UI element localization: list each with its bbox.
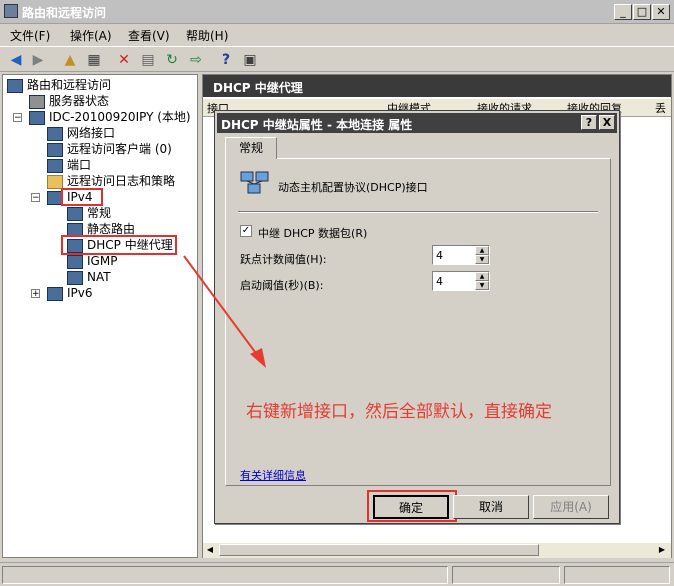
annotation-arrow bbox=[183, 255, 266, 368]
